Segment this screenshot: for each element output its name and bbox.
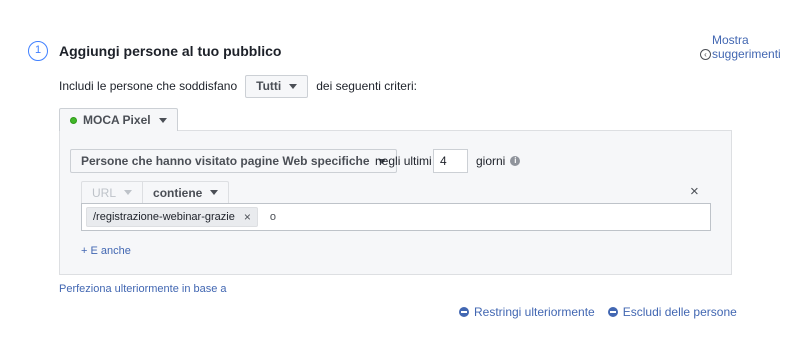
audience-rule-editor: 1 Aggiungi persone al tuo pubblico Mostr…	[0, 0, 800, 351]
exclude-people-link[interactable]: Escludi delle persone	[623, 305, 737, 319]
minus-circle-icon	[459, 307, 469, 317]
caret-down-icon	[289, 83, 298, 89]
retention-unit-text: giorni	[476, 154, 506, 168]
show-suggestions-line1: Mostra	[712, 33, 749, 47]
url-token: /registrazione-webinar-grazie ×	[86, 207, 258, 227]
caret-down-icon	[210, 190, 219, 195]
url-token-text: /registrazione-webinar-grazie	[93, 211, 235, 223]
match-type-dropdown[interactable]: Tutti	[245, 74, 309, 98]
show-suggestions-link[interactable]: Mostra ‹ suggerimenti	[700, 33, 781, 61]
section-title: Aggiungi persone al tuo pubblico	[59, 43, 282, 59]
caret-down-icon	[158, 117, 167, 123]
filter-field-label: URL	[92, 185, 117, 200]
add-also-link[interactable]: + E anche	[81, 245, 131, 257]
step-number-icon: 1	[28, 41, 48, 61]
retention-suffix: giorni i	[476, 154, 521, 168]
remove-filter-close-icon[interactable]: ×	[690, 184, 699, 199]
include-criteria-row: Includi le persone che soddisfano Tutti …	[59, 74, 417, 98]
match-type-value: Tutti	[256, 79, 282, 93]
narrow-further-link[interactable]: Restringi ulteriormente	[474, 305, 595, 319]
show-suggestions-line2: suggerimenti	[712, 47, 781, 61]
include-prefix-text: Includi le persone che soddisfano	[59, 79, 238, 93]
include-suffix-text: dei seguenti criteri:	[316, 79, 417, 93]
source-pixel-dropdown[interactable]: MOCA Pixel	[59, 108, 178, 131]
info-icon[interactable]: i	[510, 156, 521, 166]
filter-operator-dropdown[interactable]: contiene	[143, 181, 230, 203]
filter-operator-label: contiene	[153, 185, 203, 200]
filter-field-dropdown[interactable]: URL	[81, 181, 144, 203]
status-dot-icon	[70, 116, 77, 124]
retention-days-input[interactable]: 4	[433, 149, 468, 173]
retention-prefix-text: negli ultimi	[375, 154, 432, 168]
minus-circle-icon	[607, 307, 618, 317]
source-pixel-label: MOCA Pixel	[83, 113, 151, 127]
bottom-actions: Restringi ulteriormente Escludi delle pe…	[459, 305, 737, 319]
caret-down-icon	[124, 190, 133, 195]
rule-type-label: Persone che hanno visitato pagine Web sp…	[81, 154, 370, 168]
chevron-left-circle-icon: ‹	[700, 48, 711, 60]
refine-link[interactable]: Perfeziona ulteriormente in base a	[59, 283, 227, 295]
remove-token-close-icon[interactable]: ×	[244, 210, 251, 224]
url-value-input[interactable]: /registrazione-webinar-grazie × o	[81, 203, 711, 231]
url-filter-row: URL contiene	[81, 181, 230, 204]
rule-type-dropdown[interactable]: Persone che hanno visitato pagine Web sp…	[70, 149, 397, 173]
or-separator-text: o	[269, 211, 276, 223]
